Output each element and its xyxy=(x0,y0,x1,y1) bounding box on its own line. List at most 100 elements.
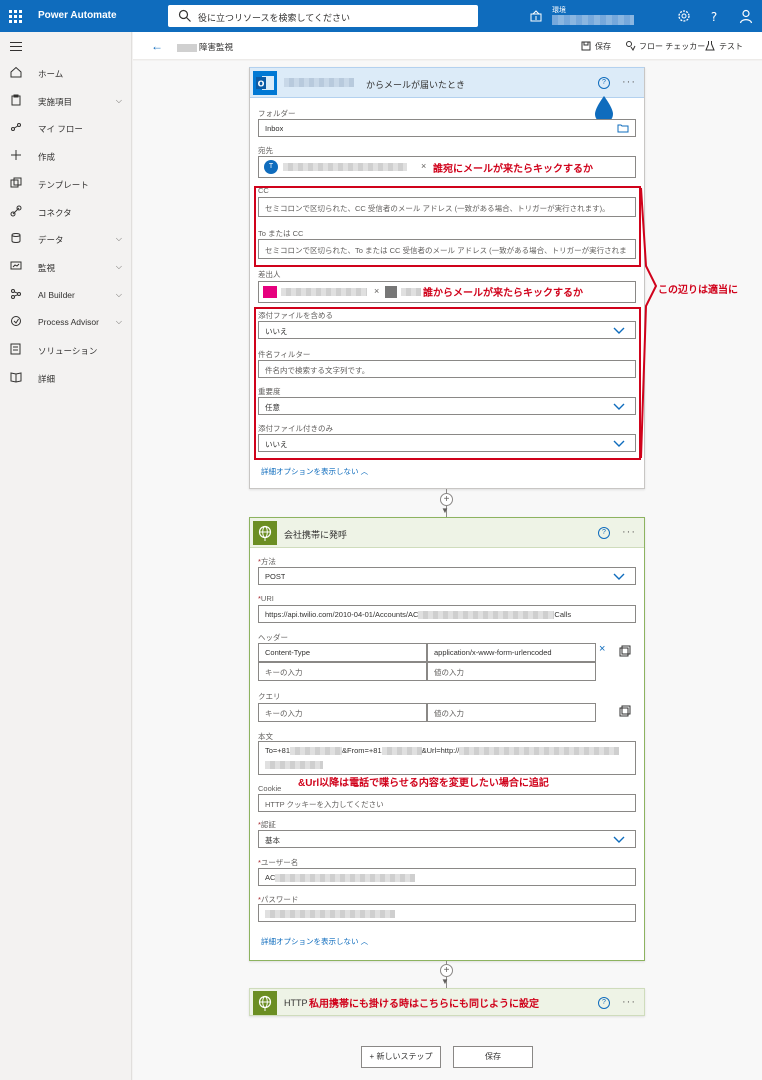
delete-row-icon[interactable]: × xyxy=(599,643,605,655)
chevron-down-icon xyxy=(613,573,625,580)
flow-icon xyxy=(11,123,21,132)
authentication-select[interactable]: 基本 xyxy=(258,830,636,848)
flow-checker-command[interactable]: フロー チェッカー xyxy=(639,41,705,52)
new-step-button[interactable]: + 新しいステップ xyxy=(361,1046,441,1068)
value-placeholder: 値の入力 xyxy=(434,668,464,677)
ai-builder-icon xyxy=(11,288,21,299)
query-value-input[interactable]: 値の入力 xyxy=(427,703,596,722)
save-button[interactable]: 保存 xyxy=(453,1046,533,1068)
sidebar-item-2[interactable]: マイ フロー xyxy=(0,116,132,140)
sidebar-item-11[interactable]: 詳細 xyxy=(0,366,132,390)
cookie-placeholder: HTTP クッキーを入力してください xyxy=(265,800,384,809)
help-circle-icon[interactable]: ? xyxy=(598,997,610,1009)
plus-icon xyxy=(11,150,21,161)
method-select[interactable]: POST xyxy=(258,567,636,585)
sidebar: ホーム 実施項目 ⌵ マイ フロー 作成 テンプレート コネクタ データ ⌵ 監視 ⌵ AI Buil… xyxy=(0,32,132,1080)
more-options-icon[interactable]: ··· xyxy=(622,996,636,1008)
folder-icon[interactable] xyxy=(617,123,629,133)
header-key-field[interactable]: Content-Type xyxy=(258,643,427,662)
book-icon xyxy=(10,372,22,383)
back-arrow-icon[interactable]: ← xyxy=(151,39,163,53)
username-field[interactable]: AC xyxy=(258,868,636,886)
save-command[interactable]: 保存 xyxy=(595,41,611,52)
sidebar-item-1[interactable]: 実施項目 ⌵ xyxy=(0,89,132,113)
sidebar-item-label: 実施項目 xyxy=(38,96,73,107)
sidebar-item-9[interactable]: Process Advisor ⌵ xyxy=(0,310,132,334)
sidebar-item-label: データ xyxy=(38,235,64,246)
http-card-header[interactable]: 会社携帯に発呼 ? ··· xyxy=(250,518,644,548)
key-placeholder: キーの入力 xyxy=(265,668,303,677)
annotation-brace xyxy=(640,187,658,459)
http-globe-icon xyxy=(253,991,277,1015)
to-label: 宛先 xyxy=(258,146,273,155)
connector-icon xyxy=(10,205,22,216)
flow-name: 障害監視 xyxy=(177,41,233,53)
sidebar-item-8[interactable]: AI Builder ⌵ xyxy=(0,283,132,307)
hide-advanced-options-link[interactable]: 詳細オプションを表示しない ︿ xyxy=(261,936,368,947)
more-options-icon[interactable]: ··· xyxy=(622,76,636,88)
process-advisor-icon xyxy=(11,316,21,327)
environment-icon[interactable] xyxy=(528,8,544,24)
from-avatar-redacted xyxy=(263,286,277,298)
username-value: AC xyxy=(265,873,416,883)
uri-label: *URI xyxy=(258,594,274,603)
chevron-down-icon[interactable]: ⌵ xyxy=(116,317,122,327)
help-circle-icon[interactable]: ? xyxy=(598,527,610,539)
search-box[interactable]: 役に立つリソースを検索してください xyxy=(168,5,478,27)
method-value: POST xyxy=(265,572,286,581)
password-field[interactable] xyxy=(258,904,636,922)
svg-text:?: ? xyxy=(711,10,717,24)
header-key-input[interactable]: キーの入力 xyxy=(258,662,427,681)
clipboard-icon xyxy=(11,94,21,106)
chevron-down-icon[interactable]: ⌵ xyxy=(116,234,122,244)
remove-token-icon[interactable]: × xyxy=(374,286,379,296)
header-value-field[interactable]: application/x-www-form-urlencoded xyxy=(427,643,596,662)
cookie-field[interactable]: HTTP クッキーを入力してください xyxy=(258,794,636,812)
search-placeholder: 役に立つリソースを検索してください xyxy=(198,13,351,23)
chevron-down-icon[interactable]: ⌵ xyxy=(116,290,122,300)
sidebar-item-0[interactable]: ホーム xyxy=(0,61,132,85)
folder-field[interactable]: Inbox xyxy=(258,119,636,137)
sidebar-item-6[interactable]: データ ⌵ xyxy=(0,227,132,251)
settings-gear-icon[interactable] xyxy=(676,8,692,24)
svg-text:O: O xyxy=(258,80,265,89)
query-key-input[interactable]: キーの入力 xyxy=(258,703,427,722)
hide-advanced-options-link[interactable]: 詳細オプションを表示しない ︿ xyxy=(261,466,368,477)
environment-name-redacted[interactable] xyxy=(552,15,634,25)
app-title[interactable]: Power Automate xyxy=(38,10,117,21)
sidebar-item-5[interactable]: コネクタ xyxy=(0,200,132,224)
header-value-input[interactable]: 値の入力 xyxy=(427,662,596,681)
chevron-down-icon[interactable]: ⌵ xyxy=(116,96,122,106)
trigger-title-redacted xyxy=(284,78,354,87)
sidebar-item-label: ホーム xyxy=(38,69,64,79)
test-command[interactable]: テスト xyxy=(719,41,743,52)
solution-icon xyxy=(10,343,21,355)
switch-to-text-mode-icon[interactable] xyxy=(619,645,631,657)
sidebar-item-3[interactable]: 作成 xyxy=(0,144,132,168)
chevron-down-icon[interactable]: ⌵ xyxy=(116,262,122,272)
sidebar-item-4[interactable]: テンプレート xyxy=(0,172,132,196)
chevron-up-icon: ︿ xyxy=(360,937,369,946)
insert-step-plus-icon[interactable]: + xyxy=(440,493,453,506)
remove-token-icon[interactable]: × xyxy=(421,161,426,171)
hamburger-menu-icon[interactable] xyxy=(10,42,22,52)
body-field[interactable]: To=+81 &From=+81 &Url=http:// xyxy=(258,741,636,775)
sidebar-item-7[interactable]: 監視 ⌵ xyxy=(0,255,132,279)
command-bar: ← 障害監視 保存 フロー チェッカー テスト xyxy=(133,32,762,60)
trigger-title: からメールが届いたとき xyxy=(366,80,466,90)
sidebar-item-10[interactable]: ソリューション xyxy=(0,338,132,362)
uri-field[interactable]: https://api.twilio.com/2010-04-01/Accoun… xyxy=(258,605,636,623)
more-options-icon[interactable]: ··· xyxy=(622,526,636,538)
folder-value: Inbox xyxy=(265,124,284,133)
from-avatar-2-redacted xyxy=(385,286,397,298)
sidebar-item-label: マイ フロー xyxy=(38,124,83,135)
help-icon[interactable]: ? xyxy=(706,8,722,24)
app-launcher-icon[interactable] xyxy=(6,7,24,25)
trigger-card-header[interactable]: O からメールが届いたとき ? ··· xyxy=(250,68,644,98)
help-circle-icon[interactable]: ? xyxy=(598,77,610,89)
insert-step-plus-icon[interactable]: + xyxy=(440,964,453,977)
switch-to-text-mode-icon[interactable] xyxy=(619,705,631,717)
save-icon xyxy=(581,41,591,51)
sidebar-item-label: ソリューション xyxy=(38,346,98,356)
account-icon[interactable] xyxy=(738,8,754,24)
